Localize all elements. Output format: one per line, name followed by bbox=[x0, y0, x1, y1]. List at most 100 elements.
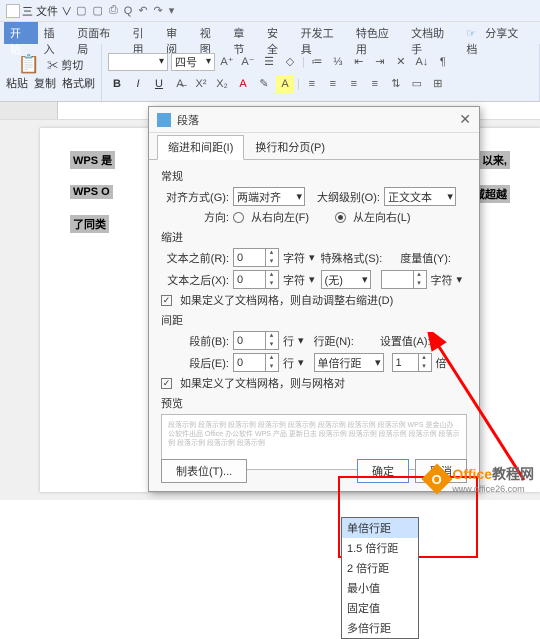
undo-icon[interactable]: ↶ bbox=[138, 4, 147, 17]
dropdown-option[interactable]: 单倍行距 bbox=[342, 518, 418, 538]
paste-label[interactable]: 粘贴 bbox=[6, 75, 28, 91]
grid-space-checkbox[interactable] bbox=[161, 378, 172, 389]
toolbar-icon[interactable]: ⎙ bbox=[109, 4, 118, 17]
settings-icon[interactable]: ✕ bbox=[392, 53, 410, 71]
align-center-icon[interactable]: ≡ bbox=[324, 75, 342, 93]
space-before-label: 段前(B): bbox=[161, 333, 229, 349]
auto-indent-label: 如果定义了文档网格，则自动调整右缩进(D) bbox=[180, 292, 393, 308]
toolbar-icon[interactable]: ▢ bbox=[76, 4, 86, 17]
dropdown-option[interactable]: 最小值 bbox=[342, 578, 418, 598]
tab-dev[interactable]: 开发工具 bbox=[295, 22, 350, 44]
share-link[interactable]: ☞ 分享文档 bbox=[460, 22, 540, 44]
redo-icon[interactable]: ↷ bbox=[154, 4, 163, 17]
para-icon[interactable]: ¶ bbox=[434, 53, 452, 71]
space-after-spinner[interactable]: 0▴▾ bbox=[233, 353, 279, 372]
sort-icon[interactable]: A↓ bbox=[413, 53, 431, 71]
border-icon[interactable]: ⊞ bbox=[429, 75, 447, 93]
font-color-icon[interactable]: A bbox=[234, 75, 252, 93]
toolbar-icon[interactable]: ▢ bbox=[93, 4, 103, 17]
tab-insert[interactable]: 插入 bbox=[38, 22, 72, 44]
section-spacing: 间距 bbox=[161, 312, 467, 328]
ribbon: 📋 ✂ 剪切 粘贴 复制 格式刷 ▾ 四号▾ A⁺ A⁻ ☰ ◇ | ≔ ⅓ ⇤… bbox=[0, 44, 540, 102]
fill-icon[interactable]: A bbox=[276, 75, 294, 93]
auto-indent-checkbox[interactable] bbox=[161, 295, 172, 306]
dropdown-option[interactable]: 2 倍行距 bbox=[342, 558, 418, 578]
underline-icon[interactable]: U bbox=[150, 75, 168, 93]
shrink-font-icon[interactable]: A⁻ bbox=[239, 53, 257, 71]
font-group: ▾ 四号▾ A⁺ A⁻ ☰ ◇ | ≔ ⅓ ⇤ ⇥ ✕ A↓ ¶ B I U A… bbox=[102, 44, 540, 101]
space-before-spinner[interactable]: 0▴▾ bbox=[233, 331, 279, 350]
rtl-label: 从右向左(F) bbox=[251, 209, 309, 225]
ribbon-tabs: 开始 插入 页面布局 引用 审阅 视图 章节 安全 开发工具 特色应用 文档助手… bbox=[0, 22, 540, 44]
toolbar-icon[interactable]: Q bbox=[124, 5, 133, 17]
tab-special[interactable]: 特色应用 bbox=[350, 22, 405, 44]
tab-helper[interactable]: 文档助手 bbox=[405, 22, 460, 44]
section-general: 常规 bbox=[161, 168, 467, 184]
numbering-icon[interactable]: ⅓ bbox=[329, 53, 347, 71]
section-indent: 缩进 bbox=[161, 229, 467, 245]
line-spacing-icon[interactable]: ⇅ bbox=[387, 75, 405, 93]
close-icon[interactable]: ✕ bbox=[459, 111, 471, 128]
outline-label: 大纲级别(O): bbox=[317, 189, 380, 205]
file-menu[interactable]: 三 文件 ∨ bbox=[22, 3, 72, 19]
ltr-radio[interactable] bbox=[335, 212, 346, 223]
doc-text: 了同类 bbox=[70, 215, 109, 233]
font-family-select[interactable]: ▾ bbox=[108, 53, 168, 71]
tabstops-button[interactable]: 制表位(T)... bbox=[161, 459, 247, 483]
dropdown-option[interactable]: 1.5 倍行距 bbox=[342, 538, 418, 558]
change-case-icon[interactable]: ☰ bbox=[260, 53, 278, 71]
line-spacing-dropdown: 单倍行距 1.5 倍行距 2 倍行距 最小值 固定值 多倍行距 bbox=[341, 517, 419, 639]
doc-text: WPS O bbox=[70, 185, 113, 199]
cut-button[interactable]: ✂ 剪切 bbox=[47, 57, 83, 73]
indent-dec-icon[interactable]: ⇤ bbox=[350, 53, 368, 71]
grow-font-icon[interactable]: A⁺ bbox=[218, 53, 236, 71]
italic-icon[interactable]: I bbox=[129, 75, 147, 93]
outline-select[interactable]: 正文文本▾ bbox=[384, 187, 456, 206]
before-text-spinner[interactable]: 0▴▾ bbox=[233, 248, 279, 267]
measure-spinner[interactable]: ▴▾ bbox=[381, 270, 427, 289]
format-painter[interactable]: 格式刷 bbox=[62, 75, 95, 91]
tab-reference[interactable]: 引用 bbox=[126, 22, 160, 44]
highlight-icon[interactable]: ✎ bbox=[255, 75, 273, 93]
tab-review[interactable]: 审阅 bbox=[160, 22, 194, 44]
tab-section[interactable]: 章节 bbox=[227, 22, 261, 44]
watermark-brand: Office bbox=[452, 466, 492, 482]
rtl-radio[interactable] bbox=[233, 212, 244, 223]
space-after-label: 段后(E): bbox=[161, 355, 229, 371]
dropdown-icon[interactable]: ▾ bbox=[169, 4, 175, 17]
list-icon[interactable]: ≔ bbox=[308, 53, 326, 71]
tab-layout[interactable]: 页面布局 bbox=[71, 22, 126, 44]
tab-line-page-break[interactable]: 换行和分页(P) bbox=[244, 135, 336, 159]
align-justify-icon[interactable]: ≡ bbox=[366, 75, 384, 93]
strike-icon[interactable]: A̶ bbox=[171, 75, 189, 93]
ltr-label: 从左向右(L) bbox=[353, 209, 410, 225]
copy-button[interactable]: 复制 bbox=[34, 75, 56, 91]
dialog-titlebar: 段落 ✕ bbox=[149, 107, 479, 133]
font-size-select[interactable]: 四号▾ bbox=[171, 53, 215, 71]
char-unit: 字符 bbox=[283, 250, 305, 266]
watermark-url: www.office26.com bbox=[452, 484, 534, 494]
align-left-icon[interactable]: ≡ bbox=[303, 75, 321, 93]
sub-icon[interactable]: X₂ bbox=[213, 75, 231, 93]
dropdown-option[interactable]: 固定值 bbox=[342, 598, 418, 618]
super-icon[interactable]: X² bbox=[192, 75, 210, 93]
measure-label: 度量值(Y): bbox=[400, 250, 451, 266]
tab-indent-spacing[interactable]: 缩进和间距(I) bbox=[157, 135, 244, 160]
after-text-spinner[interactable]: 0▴▾ bbox=[233, 270, 279, 289]
paste-icon[interactable]: 📋 bbox=[18, 54, 40, 75]
special-select[interactable]: (无)▾ bbox=[321, 270, 371, 289]
align-right-icon[interactable]: ≡ bbox=[345, 75, 363, 93]
clear-format-icon[interactable]: ◇ bbox=[281, 53, 299, 71]
shading-icon[interactable]: ▭ bbox=[408, 75, 426, 93]
app-logo-icon bbox=[6, 4, 20, 18]
tab-start[interactable]: 开始 bbox=[4, 22, 38, 44]
doc-text: WPS 是 bbox=[70, 151, 115, 169]
dialog-icon bbox=[157, 113, 171, 127]
dropdown-option[interactable]: 多倍行距 bbox=[342, 618, 418, 638]
doc-text: 以来, bbox=[479, 151, 510, 169]
bold-icon[interactable]: B bbox=[108, 75, 126, 93]
indent-inc-icon[interactable]: ⇥ bbox=[371, 53, 389, 71]
tab-security[interactable]: 安全 bbox=[261, 22, 295, 44]
tab-view[interactable]: 视图 bbox=[194, 22, 228, 44]
alignment-select[interactable]: 两端对齐▾ bbox=[233, 187, 305, 206]
